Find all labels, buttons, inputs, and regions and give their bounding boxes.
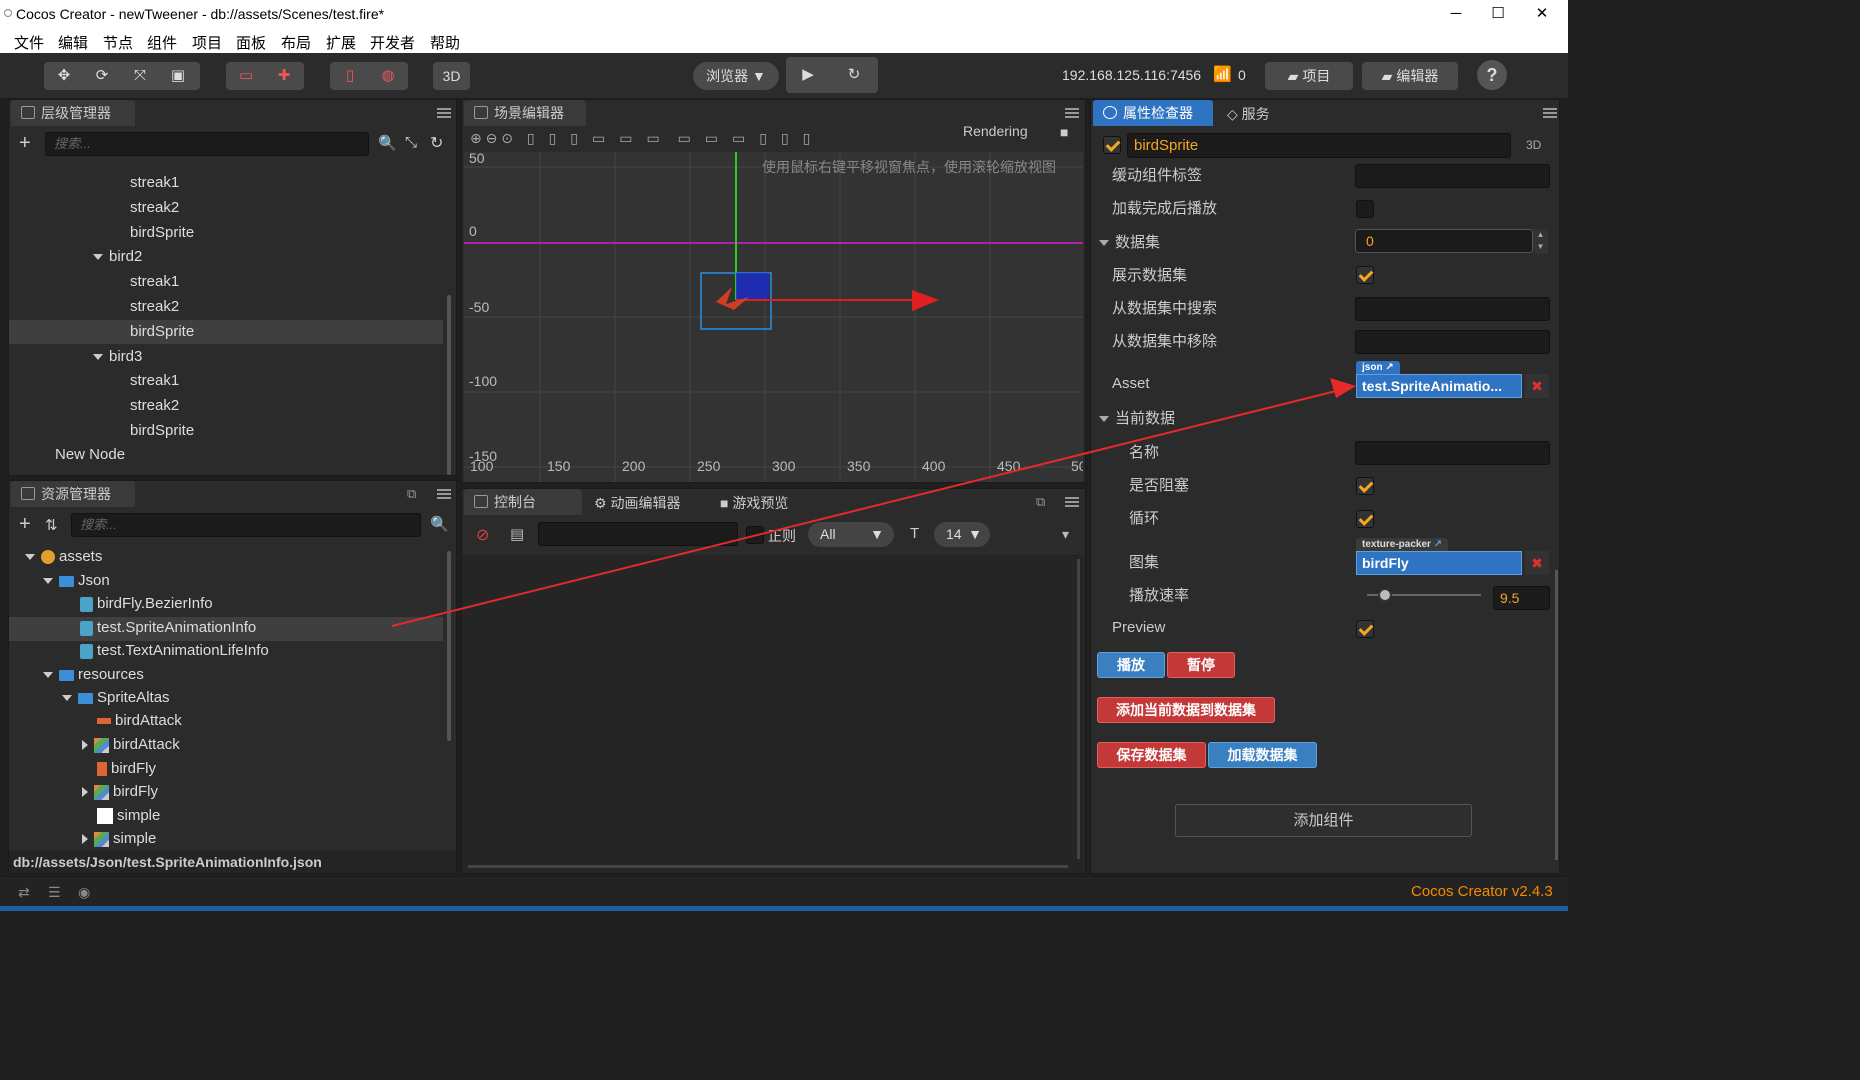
status-accent-line [0,906,1568,911]
status-bar: ⇄ ☰ ◉ Cocos Creator v2.4.3 [0,876,1568,911]
annotation-arrow [391,378,1356,627]
sync-icon[interactable]: ⇄ [18,884,30,901]
database-icon[interactable]: ☰ [48,884,61,901]
eye-icon[interactable]: ◉ [78,884,90,901]
version-label: Cocos Creator v2.4.3 [1411,883,1553,900]
